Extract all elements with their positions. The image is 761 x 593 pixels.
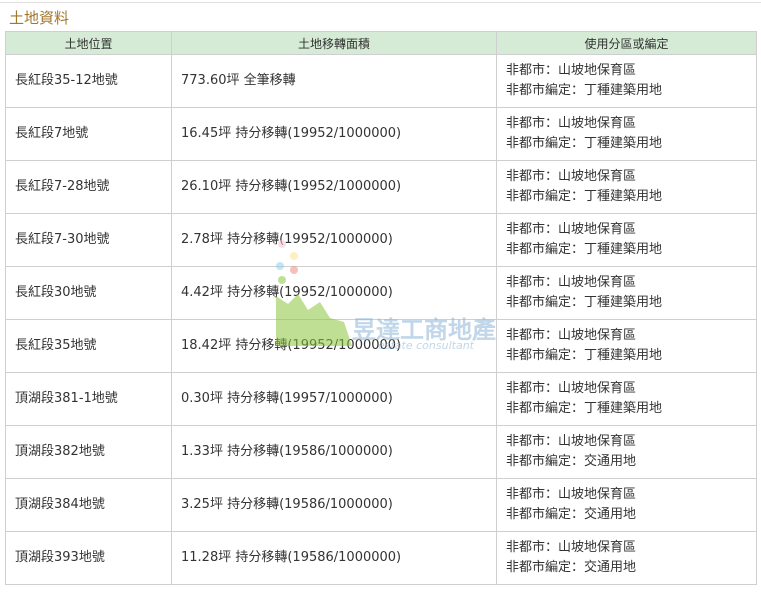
table-row: 頂湖段382地號 1.33坪 持分移轉(19586/1000000) 非都市：山坡地…: [5, 425, 757, 479]
header-location: 土地位置: [5, 31, 172, 55]
top-divider: [0, 2, 761, 3]
zone-line: 非都市：山坡地保育區: [506, 222, 637, 237]
cell-zone: 非都市：山坡地保育區非都市編定：丁種建築用地: [496, 160, 757, 214]
cell-area: 26.10坪 持分移轉(19952/1000000): [171, 160, 497, 214]
table-row: 長紅段7地號 16.45坪 持分移轉(19952/1000000) 非都市：山坡地保…: [5, 107, 757, 161]
section-title: 土地資料: [9, 9, 70, 27]
cell-zone: 非都市：山坡地保育區 非都市編定：交通用地: [496, 478, 757, 532]
cell-zone: 非都市：山坡地保育區非都市編定：丁種建築用地: [496, 372, 757, 426]
cell-location: 頂湖段381-1地號: [5, 372, 172, 426]
cell-location: 長紅段35-12地號: [5, 54, 172, 108]
cell-zone: 非都市：山坡地保育區非都市編定：丁種建築用地: [496, 54, 757, 108]
cell-zone: 非都市：山坡地保育區非都市編定：丁種建築用地: [496, 266, 757, 320]
designation-line: 非都市編定：交通用地: [506, 560, 637, 575]
cell-zone: 非都市：山坡地保育區非都市編定：丁種建築用地: [496, 319, 757, 373]
designation-line: 非都市編定：丁種建築用地: [506, 242, 663, 257]
cell-area: 773.60坪 全筆移轉: [171, 54, 497, 108]
designation-line: 非都市編定：交通用地: [506, 454, 637, 469]
designation-line: 非都市編定：丁種建築用地: [506, 401, 663, 416]
cell-area: 2.78坪 持分移轉(19952/1000000): [171, 213, 497, 267]
cell-location: 頂湖段382地號: [5, 425, 172, 479]
cell-location: 長紅段7-28地號: [5, 160, 172, 214]
cell-zone: 非都市：山坡地保育區非都市編定：丁種建築用地: [496, 107, 757, 161]
table-row: 長紅段35地號 18.42坪 持分移轉(19952/1000000) 非都市：山坡地…: [5, 319, 757, 373]
cell-location: 頂湖段393地號: [5, 531, 172, 585]
designation-line: 非都市編定：丁種建築用地: [506, 295, 663, 310]
header-zone: 使用分區或編定: [496, 31, 757, 55]
zone-line: 非都市：山坡地保育區: [506, 275, 637, 290]
cell-location: 長紅段7-30地號: [5, 213, 172, 267]
cell-area: 16.45坪 持分移轉(19952/1000000): [171, 107, 497, 161]
table-header-row: 土地位置 土地移轉面積 使用分區或編定: [5, 31, 757, 55]
zone-line: 非都市：山坡地保育區: [506, 116, 637, 131]
table-row: 長紅段7-28地號 26.10坪 持分移轉(19952/1000000) 非都市：山…: [5, 160, 757, 214]
cell-area: 0.30坪 持分移轉(19957/1000000): [171, 372, 497, 426]
cell-location: 長紅段30地號: [5, 266, 172, 320]
designation-line: 非都市編定：丁種建築用地: [506, 83, 663, 98]
table-row: 長紅段30地號 4.42坪 持分移轉(19952/1000000) 非都市：山坡地保…: [5, 266, 757, 320]
zone-line: 非都市：山坡地保育區: [506, 434, 637, 449]
cell-zone: 非都市：山坡地保育區 非都市編定：交通用地: [496, 425, 757, 479]
header-area: 土地移轉面積: [171, 31, 497, 55]
cell-location: 長紅段7地號: [5, 107, 172, 161]
designation-line: 非都市編定：交通用地: [506, 507, 637, 522]
table-row: 頂湖段384地號 3.25坪 持分移轉(19586/1000000) 非都市：山坡地…: [5, 478, 757, 532]
zone-line: 非都市：山坡地保育區: [506, 487, 637, 502]
zone-line: 非都市：山坡地保育區: [506, 540, 637, 555]
designation-line: 非都市編定：丁種建築用地: [506, 136, 663, 151]
zone-line: 非都市：山坡地保育區: [506, 381, 637, 396]
designation-line: 非都市編定：丁種建築用地: [506, 348, 663, 363]
table-row: 頂湖段381-1地號 0.30坪 持分移轉(19957/1000000) 非都市：山…: [5, 372, 757, 426]
cell-area: 1.33坪 持分移轉(19586/1000000): [171, 425, 497, 479]
zone-line: 非都市：山坡地保育區: [506, 328, 637, 343]
table-row: 長紅段7-30地號 2.78坪 持分移轉(19952/1000000) 非都市：山坡…: [5, 213, 757, 267]
zone-line: 非都市：山坡地保育區: [506, 169, 637, 184]
table-row: 長紅段35-12地號 773.60坪 全筆移轉 非都市：山坡地保育區非都市編定：丁種…: [5, 54, 757, 108]
table-row: 頂湖段393地號 11.28坪 持分移轉(19586/1000000) 非都市：山坡…: [5, 531, 757, 585]
land-data-table: 土地位置 土地移轉面積 使用分區或編定 長紅段35-12地號 773.60坪 全筆…: [5, 31, 757, 585]
cell-area: 11.28坪 持分移轉(19586/1000000): [171, 531, 497, 585]
cell-area: 18.42坪 持分移轉(19952/1000000): [171, 319, 497, 373]
cell-area: 4.42坪 持分移轉(19952/1000000): [171, 266, 497, 320]
cell-location: 頂湖段384地號: [5, 478, 172, 532]
cell-area: 3.25坪 持分移轉(19586/1000000): [171, 478, 497, 532]
cell-location: 長紅段35地號: [5, 319, 172, 373]
zone-line: 非都市：山坡地保育區: [506, 63, 637, 78]
designation-line: 非都市編定：丁種建築用地: [506, 189, 663, 204]
cell-zone: 非都市：山坡地保育區非都市編定：丁種建築用地: [496, 213, 757, 267]
cell-zone: 非都市：山坡地保育區 非都市編定：交通用地: [496, 531, 757, 585]
